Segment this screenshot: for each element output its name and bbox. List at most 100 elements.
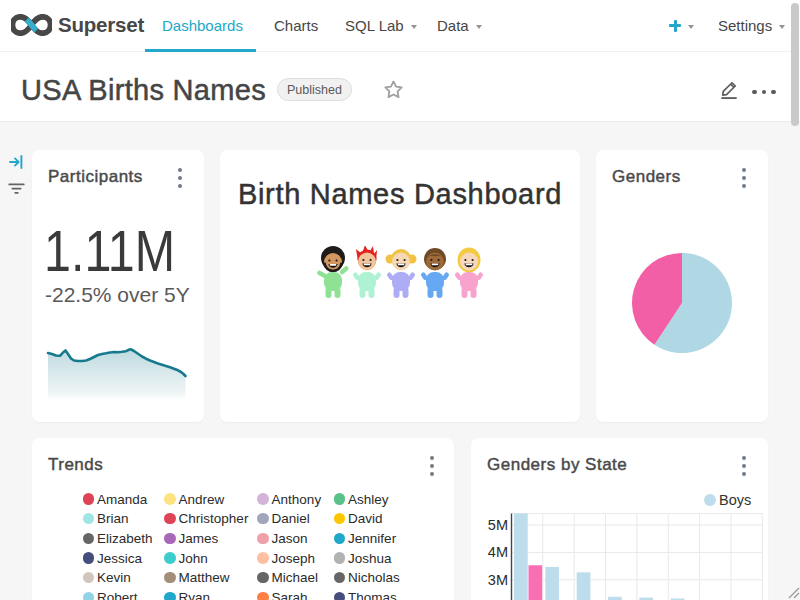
legend-swatch — [164, 552, 176, 564]
legend-swatch — [83, 493, 95, 505]
brand-wordmark: Superset — [58, 13, 144, 37]
dot — [742, 176, 746, 180]
legend-item[interactable]: Jennifer — [334, 528, 397, 548]
markdown-heading: Birth Names Dashboard — [220, 178, 580, 211]
legend-series-name: Robert — [97, 590, 138, 600]
legend-item[interactable]: Michael — [257, 568, 318, 588]
legend-swatch — [334, 552, 346, 564]
nav-item-label: Dashboards — [162, 17, 243, 34]
published-badge[interactable]: Published — [277, 78, 352, 101]
ellipsis-menu-icon[interactable] — [752, 86, 776, 98]
dot — [762, 90, 767, 95]
edit-pencil-icon[interactable] — [718, 77, 741, 100]
favorite-star-icon[interactable] — [383, 79, 404, 100]
legend-item[interactable]: John — [164, 548, 208, 568]
legend-item[interactable]: Brian — [83, 509, 129, 529]
nav-menu-settings[interactable]: Settings — [718, 0, 785, 51]
legend-item[interactable]: Kevin — [83, 568, 131, 588]
chart-card-participants: Participants 1.11M -22.5% over 5Y — [32, 150, 204, 422]
genders-pie-chart[interactable] — [632, 253, 732, 353]
legend-item[interactable]: Robert — [83, 587, 138, 600]
legend-item[interactable]: Andrew — [164, 489, 224, 509]
chevron-down-icon — [779, 25, 785, 29]
legend-swatch — [164, 493, 176, 505]
legend-swatch — [83, 552, 95, 564]
dot — [742, 184, 746, 188]
trends-legend: Amanda Andrew Anthony Ashley Brian Christophe… — [32, 438, 454, 600]
chevron-down-icon — [411, 25, 417, 29]
legend-swatch — [164, 572, 176, 584]
legend-swatch — [257, 533, 269, 545]
legend-item[interactable]: Jessica — [83, 548, 143, 568]
svg-text:4M: 4M — [488, 544, 508, 560]
superset-logo[interactable]: Superset — [11, 13, 144, 37]
legend-item[interactable]: Christopher — [164, 509, 248, 529]
new-item-button[interactable] — [669, 0, 694, 51]
legend-item[interactable]: Joseph — [257, 548, 315, 568]
participants-trendline-chart[interactable] — [32, 150, 204, 422]
chart-title: Genders — [612, 167, 681, 187]
nav-tab-sql-lab[interactable]: SQL Lab — [345, 0, 417, 51]
vertical-scrollbar[interactable] — [791, 3, 799, 126]
markdown-card: Birth Names Dashboard — [220, 150, 580, 422]
legend-swatch — [257, 592, 269, 600]
legend-series-name: Anthony — [272, 492, 322, 507]
legend-series-name: Jessica — [97, 551, 142, 566]
legend-item[interactable]: Thomas — [334, 587, 397, 600]
legend-swatch — [83, 513, 95, 525]
legend-item[interactable]: James — [164, 528, 218, 548]
legend-series-name: Elizabeth — [97, 531, 153, 546]
legend-series-name: Kevin — [97, 570, 131, 585]
dot — [771, 90, 776, 95]
legend-swatch — [334, 572, 346, 584]
legend-item[interactable]: David — [334, 509, 383, 529]
genders-by-state-bar-chart[interactable]: 5M4M3M — [471, 438, 768, 600]
legend-item[interactable]: Daniel — [257, 509, 310, 529]
dot — [752, 90, 757, 95]
chart-card-genders: Genders — [596, 150, 768, 422]
legend-series-name: Joshua — [348, 551, 392, 566]
legend-item[interactable]: Ryan — [164, 587, 210, 600]
legend-swatch — [257, 493, 269, 505]
legend-item[interactable]: Joshua — [334, 548, 392, 568]
top-navbar: Superset Dashboards Charts SQL Lab Data … — [0, 0, 800, 52]
nav-tab-dashboards[interactable]: Dashboards — [162, 0, 243, 51]
svg-text:3M: 3M — [488, 572, 508, 588]
chart-card-trends: Trends AmandaAndrewAnthonyAshleyBrianChr… — [32, 438, 454, 600]
legend-item[interactable]: Sarah — [257, 587, 308, 600]
legend-swatch — [83, 533, 95, 545]
kid-bowl — [420, 248, 450, 298]
nav-tab-data[interactable]: Data — [437, 0, 482, 51]
nav-item-label: SQL Lab — [345, 17, 404, 34]
legend-series-name: Jennifer — [348, 531, 396, 546]
legend-swatch — [257, 572, 269, 584]
legend-series-name: Amanda — [97, 492, 147, 507]
dashboard-header: USA Births Names Published — [0, 52, 800, 122]
legend-item[interactable]: Amanda — [83, 489, 148, 509]
legend-item[interactable]: Anthony — [257, 489, 321, 509]
resize-grip-icon[interactable] — [786, 585, 800, 599]
legend-series-name: David — [348, 511, 383, 526]
legend-item[interactable]: Jason — [257, 528, 308, 548]
legend-series-name: Joseph — [272, 551, 316, 566]
kid-bob — [454, 248, 484, 299]
legend-series-name: James — [179, 531, 219, 546]
legend-swatch — [334, 592, 346, 600]
legend-item[interactable]: Nicholas — [334, 568, 400, 588]
nav-tab-charts[interactable]: Charts — [274, 0, 318, 51]
legend-swatch — [334, 513, 346, 525]
expand-filter-bar-icon[interactable] — [9, 155, 23, 169]
legend-swatch — [334, 533, 346, 545]
legend-series-name: Christopher — [179, 511, 249, 526]
legend-item[interactable]: Ashley — [334, 489, 389, 509]
dashboard-grid: Participants 1.11M -22.5% over 5Y Birth … — [0, 122, 800, 600]
kid-pigtails — [386, 249, 417, 298]
kid-afro — [316, 246, 349, 298]
filter-lines-icon[interactable] — [8, 183, 25, 195]
legend-item[interactable]: Matthew — [164, 568, 230, 588]
dashboard-title[interactable]: USA Births Names — [21, 74, 266, 107]
legend-item[interactable]: Elizabeth — [83, 528, 153, 548]
legend-swatch — [164, 513, 176, 525]
chart-options-kebab-icon[interactable] — [737, 168, 751, 188]
children-emoji-illustration — [316, 246, 486, 300]
